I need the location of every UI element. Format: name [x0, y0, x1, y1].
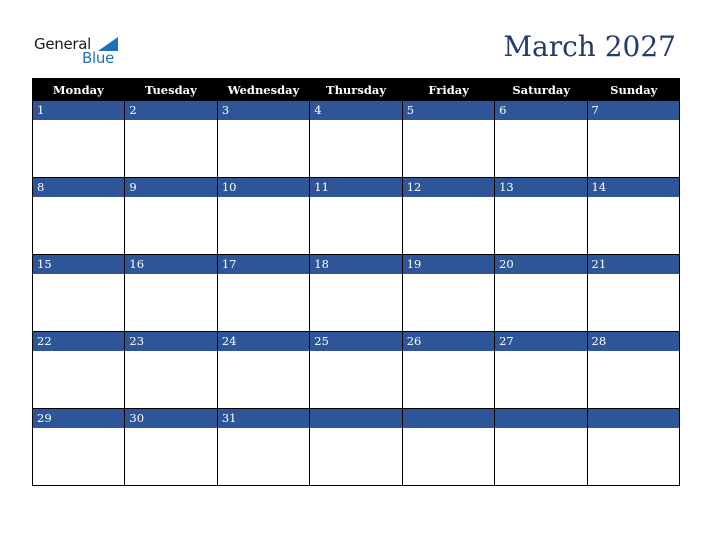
day-cell: 2	[124, 101, 217, 178]
day-cell: 8	[32, 178, 125, 255]
week-row: 22 23 24 25 26 27 28	[32, 332, 680, 409]
day-cell: 16	[124, 255, 217, 332]
day-cell: 31	[216, 409, 310, 486]
weekday-label: Tuesday	[144, 83, 197, 97]
day-cell	[309, 409, 402, 486]
day-cell: 19	[401, 255, 495, 332]
day-number: 20	[495, 255, 587, 274]
day-cell	[494, 409, 587, 486]
day-number: 12	[402, 178, 495, 197]
day-cell: 30	[124, 409, 217, 486]
day-number: 4	[310, 101, 402, 120]
day-number: 25	[310, 332, 402, 351]
day-number: 14	[587, 178, 679, 197]
day-number: 26	[402, 332, 495, 351]
day-cell	[401, 409, 495, 486]
day-cell: 24	[216, 332, 310, 409]
day-cell: 11	[309, 178, 402, 255]
day-number	[495, 409, 587, 428]
day-number	[587, 409, 679, 428]
day-number: 28	[587, 332, 679, 351]
day-number: 10	[217, 178, 310, 197]
day-cell: 22	[32, 332, 125, 409]
day-number: 30	[125, 409, 217, 428]
day-number: 18	[310, 255, 402, 274]
weekday-label: Friday	[428, 83, 469, 97]
day-cell: 4	[309, 101, 402, 178]
day-number	[402, 409, 495, 428]
day-number: 6	[495, 101, 587, 120]
day-number: 17	[217, 255, 310, 274]
day-cell: 23	[124, 332, 217, 409]
weekday-label: Sunday	[610, 83, 658, 97]
day-number: 19	[402, 255, 495, 274]
day-number: 3	[217, 101, 310, 120]
week-row: 15 16 17 18 19 20 21	[32, 255, 680, 332]
day-cell: 9	[124, 178, 217, 255]
day-cell: 1	[32, 101, 125, 178]
day-cell: 7	[586, 101, 680, 178]
day-cell: 26	[401, 332, 495, 409]
day-number: 7	[587, 101, 679, 120]
weekday-label: Saturday	[512, 83, 571, 97]
week-row: 1234567	[32, 101, 680, 178]
day-cell: 27	[494, 332, 587, 409]
day-cell: 5	[401, 101, 495, 178]
day-number: 11	[310, 178, 402, 197]
weekday-label: Thursday	[326, 83, 387, 97]
day-number: 31	[217, 409, 310, 428]
day-number: 21	[587, 255, 679, 274]
day-number: 23	[125, 332, 217, 351]
day-cell: 14	[586, 178, 680, 255]
day-cell: 29	[32, 409, 125, 486]
weekday-label: Wednesday	[227, 83, 300, 97]
week-row: 8 9 10 11 12 13 14	[32, 178, 680, 255]
day-number: 29	[33, 409, 125, 428]
day-cell: 18	[309, 255, 402, 332]
day-number	[310, 409, 402, 428]
day-cell: 6	[494, 101, 587, 178]
day-cell: 13	[494, 178, 587, 255]
day-cell: 3	[216, 101, 310, 178]
day-cell: 10	[216, 178, 310, 255]
day-number: 9	[125, 178, 217, 197]
logo-text-blue: Blue	[82, 49, 114, 67]
day-number: 8	[33, 178, 125, 197]
calendar-grid: Monday Tuesday Wednesday Thursday Friday…	[32, 78, 680, 486]
day-number: 1	[33, 101, 125, 120]
day-cell: 28	[586, 332, 680, 409]
day-cell: 17	[216, 255, 310, 332]
calendar-title: March 2027	[503, 30, 676, 63]
day-cell: 20	[494, 255, 587, 332]
day-number: 27	[495, 332, 587, 351]
day-cell: 25	[309, 332, 402, 409]
day-number: 15	[33, 255, 125, 274]
week-row: 29 30 31	[32, 409, 680, 486]
day-number: 5	[402, 101, 495, 120]
day-cell: 21	[586, 255, 680, 332]
weekday-header: Monday Tuesday Wednesday Thursday Friday…	[32, 78, 680, 101]
day-cell: 15	[32, 255, 125, 332]
day-number: 24	[217, 332, 310, 351]
day-cell: 12	[401, 178, 495, 255]
day-cell	[586, 409, 680, 486]
brand-logo: General Blue	[34, 35, 124, 69]
day-number: 22	[33, 332, 125, 351]
day-number: 16	[125, 255, 217, 274]
weekday-label: Monday	[52, 83, 104, 97]
day-number: 2	[125, 101, 217, 120]
day-number: 13	[495, 178, 587, 197]
